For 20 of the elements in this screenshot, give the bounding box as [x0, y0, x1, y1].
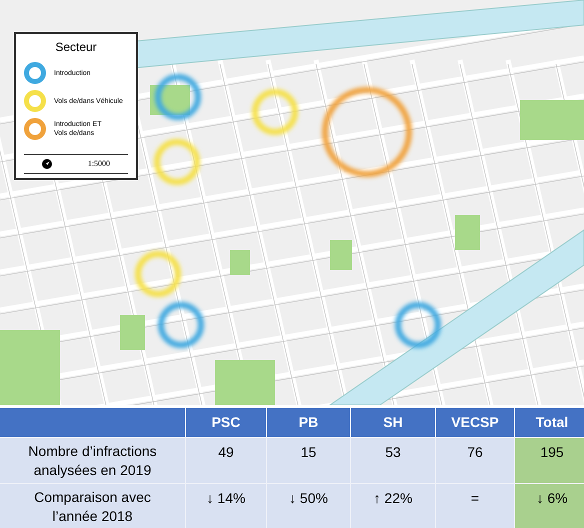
column-header: VECSP	[436, 408, 514, 437]
table-cell: 195	[515, 438, 584, 483]
table-cell: 15	[267, 438, 350, 483]
row-label: Comparaison avec l’année 2018	[0, 484, 185, 528]
compass-icon	[42, 159, 52, 169]
legend-title: Secteur	[55, 39, 97, 56]
column-header: SH	[351, 408, 435, 437]
table-cell: =	[436, 484, 514, 528]
table-cell: 76	[436, 438, 514, 483]
table-cell: ↓ 6%	[515, 484, 584, 528]
table-cell: 49	[186, 438, 266, 483]
table-cell: ↑ 22%	[351, 484, 435, 528]
column-header: Total	[515, 408, 584, 437]
table-cell: ↓ 50%	[267, 484, 350, 528]
table-cell: ↓ 14%	[186, 484, 266, 528]
row-label: Nombre d’infractions analysées en 2019	[0, 438, 185, 483]
table-cell: 53	[351, 438, 435, 483]
column-header: PB	[267, 408, 350, 437]
map-scale: 1:5000	[88, 158, 110, 170]
column-header: PSC	[186, 408, 266, 437]
